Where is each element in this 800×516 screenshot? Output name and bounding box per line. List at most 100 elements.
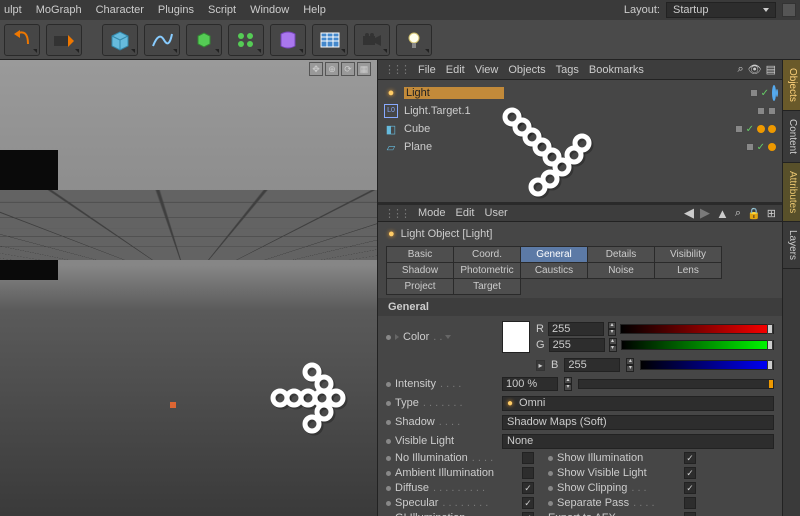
stepper[interactable]: ▴▾ xyxy=(626,358,634,372)
viewport-move-icon[interactable]: ✥ xyxy=(309,62,323,76)
cube-icon: ◧ xyxy=(384,122,398,136)
tab-project[interactable]: Project xyxy=(386,278,454,295)
visible-light-label: Visible Light xyxy=(395,435,454,447)
viewport[interactable]: ✥ ⊕ ⟳ ▦ xyxy=(0,60,378,516)
objmgr-menu-bookmarks[interactable]: Bookmarks xyxy=(589,64,644,76)
menu-mograph[interactable]: MoGraph xyxy=(36,4,82,16)
search-icon[interactable]: ⌕ xyxy=(735,207,741,220)
side-tab-layers[interactable]: Layers xyxy=(783,222,800,269)
deformer-button[interactable] xyxy=(270,24,306,56)
viewport-zoom-icon[interactable]: ⊕ xyxy=(325,62,339,76)
camera-button[interactable] xyxy=(354,24,390,56)
export-afx-checkbox[interactable] xyxy=(684,512,696,516)
sep-pass-checkbox[interactable] xyxy=(684,497,696,509)
shadow-dropdown[interactable]: Shadow Maps (Soft) xyxy=(502,415,774,430)
tree-row-light-target[interactable]: L0 Light.Target.1 xyxy=(378,102,782,120)
nav-fwd-icon[interactable]: ▶ xyxy=(700,205,710,221)
layout-options-icon[interactable] xyxy=(782,3,796,17)
viewport-layout-icon[interactable]: ▦ xyxy=(357,62,371,76)
tab-coord[interactable]: Coord. xyxy=(453,246,521,263)
show-vis-label: Show Visible Light xyxy=(557,467,647,479)
spline-button[interactable] xyxy=(144,24,180,56)
primitive-cube-button[interactable] xyxy=(102,24,138,56)
objmgr-menu-tags[interactable]: Tags xyxy=(556,64,579,76)
objmgr-menu-objects[interactable]: Objects xyxy=(508,64,545,76)
color-swatch[interactable] xyxy=(502,321,530,353)
menu-plugins[interactable]: Plugins xyxy=(158,4,194,16)
color-b-field[interactable]: 255 xyxy=(564,358,620,372)
redo-button[interactable] xyxy=(46,24,82,56)
tab-visibility[interactable]: Visibility xyxy=(654,246,722,263)
color-r-slider[interactable] xyxy=(620,324,774,334)
color-r-field[interactable]: 255 xyxy=(548,322,604,336)
show-illum-checkbox[interactable] xyxy=(684,452,696,464)
drag-handle-icon[interactable]: ⋮⋮⋮ xyxy=(384,63,408,76)
layout-dropdown[interactable]: Startup xyxy=(666,2,776,18)
undo-button[interactable] xyxy=(4,24,40,56)
drag-handle-icon[interactable]: ⋮⋮⋮ xyxy=(384,207,408,220)
visible-light-dropdown[interactable]: None xyxy=(502,434,774,449)
tab-photometric[interactable]: Photometric xyxy=(453,262,521,279)
nav-back-icon[interactable]: ◀ xyxy=(684,205,694,221)
objmgr-menu-edit[interactable]: Edit xyxy=(446,64,465,76)
gi-illum-checkbox[interactable] xyxy=(522,512,534,516)
environment-button[interactable] xyxy=(312,24,348,56)
intensity-slider[interactable] xyxy=(578,379,774,389)
menu-script[interactable]: Script xyxy=(208,4,236,16)
type-dropdown[interactable]: ●Omni xyxy=(502,396,774,411)
stepper[interactable]: ▴▾ xyxy=(608,322,616,336)
objmgr-menu-view[interactable]: View xyxy=(475,64,499,76)
tab-target[interactable]: Target xyxy=(453,278,521,295)
search-icon[interactable]: ⌕ xyxy=(737,63,743,76)
nav-up-icon[interactable]: ▲ xyxy=(716,206,729,221)
expand-icon[interactable]: ▸ xyxy=(536,360,545,371)
stepper[interactable]: ▴▾ xyxy=(609,338,617,352)
origin-marker xyxy=(170,402,176,408)
filter-icon[interactable]: ▤ xyxy=(766,63,776,76)
tree-row-plane[interactable]: ▱ Plane ✓ xyxy=(378,138,782,156)
amb-illum-checkbox[interactable] xyxy=(522,467,534,479)
tree-row-cube[interactable]: ◧ Cube ✓ xyxy=(378,120,782,138)
target-tag-icon[interactable] xyxy=(772,87,776,99)
tab-shadow[interactable]: Shadow xyxy=(386,262,454,279)
stepper[interactable]: ▴▾ xyxy=(564,377,572,391)
tab-basic[interactable]: Basic xyxy=(386,246,454,263)
color-g-slider[interactable] xyxy=(621,340,774,350)
tree-row-light[interactable]: ● Light ✓ xyxy=(378,84,782,102)
specular-checkbox[interactable] xyxy=(522,497,534,509)
menu-character[interactable]: Character xyxy=(96,4,144,16)
eye-icon[interactable]: 👁 xyxy=(748,63,762,76)
show-clip-checkbox[interactable] xyxy=(684,482,696,494)
no-illum-checkbox[interactable] xyxy=(522,452,534,464)
menu-window[interactable]: Window xyxy=(250,4,289,16)
side-tab-content[interactable]: Content xyxy=(783,111,800,163)
gi-illum-label: GI Illumination xyxy=(395,512,465,516)
generator-button[interactable] xyxy=(186,24,222,56)
chevron-down-icon xyxy=(763,8,769,12)
side-tab-objects[interactable]: Objects xyxy=(783,60,800,111)
color-b-slider[interactable] xyxy=(640,360,774,370)
menu-sculpt[interactable]: ulpt xyxy=(4,4,22,16)
tab-noise[interactable]: Noise xyxy=(587,262,655,279)
intensity-field[interactable]: 100 % xyxy=(502,377,558,391)
attrmgr-menu-mode[interactable]: Mode xyxy=(418,207,446,219)
object-tree[interactable]: ● Light ✓ L0 Light.Target.1 ◧ Cube ✓ xyxy=(378,80,782,202)
attrmgr-menu-user[interactable]: User xyxy=(485,207,508,219)
attribute-title: Light Object [Light] xyxy=(401,228,493,240)
menu-help[interactable]: Help xyxy=(303,4,326,16)
lock-icon[interactable]: 🔒 xyxy=(747,207,761,220)
tab-caustics[interactable]: Caustics xyxy=(520,262,588,279)
attrmgr-menu-edit[interactable]: Edit xyxy=(456,207,475,219)
color-g-field[interactable]: 255 xyxy=(549,338,605,352)
side-tab-attributes[interactable]: Attributes xyxy=(783,163,800,222)
show-vis-checkbox[interactable] xyxy=(684,467,696,479)
viewport-rotate-icon[interactable]: ⟳ xyxy=(341,62,355,76)
diffuse-checkbox[interactable] xyxy=(522,482,534,494)
tab-general[interactable]: General xyxy=(520,246,588,263)
tab-details[interactable]: Details xyxy=(587,246,655,263)
new-window-icon[interactable]: ⊞ xyxy=(767,207,776,220)
light-button[interactable] xyxy=(396,24,432,56)
objmgr-menu-file[interactable]: File xyxy=(418,64,436,76)
tab-lens[interactable]: Lens xyxy=(654,262,722,279)
cloner-button[interactable] xyxy=(228,24,264,56)
